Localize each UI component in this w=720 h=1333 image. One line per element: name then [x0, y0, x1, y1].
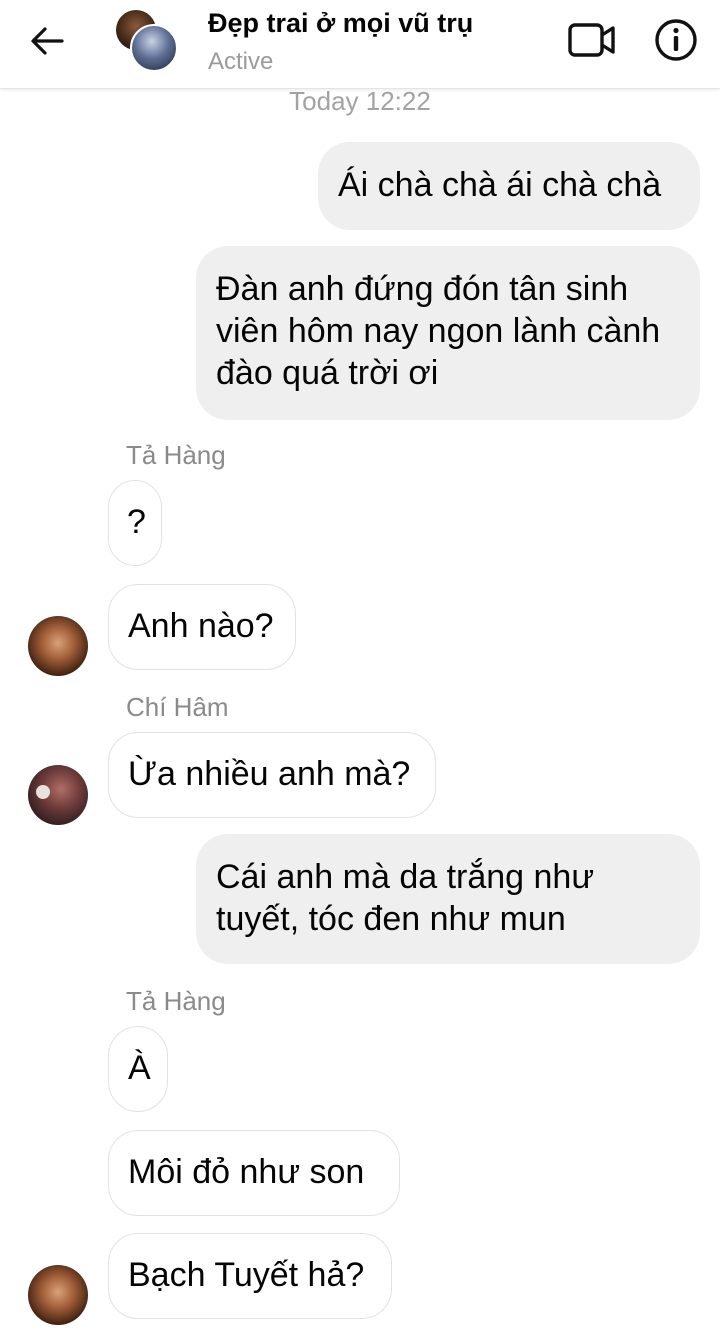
outgoing-message[interactable]: Đàn anh đứng đón tân sinh viên hôm nay n…	[196, 246, 700, 420]
avatar[interactable]	[28, 616, 88, 676]
sender-name: Tả Hàng	[126, 986, 226, 1016]
outgoing-message[interactable]: Ái chà chà ái chà chà	[318, 142, 700, 230]
message-timestamp: Today 12:22	[289, 86, 431, 116]
avatar	[130, 24, 178, 72]
active-status: Active	[208, 48, 274, 75]
video-camera-icon	[568, 23, 615, 57]
avatar[interactable]	[28, 765, 88, 825]
outgoing-message[interactable]: Cái anh mà da trắng như tuyết, tóc đen n…	[196, 834, 700, 964]
incoming-message[interactable]: ?	[108, 480, 162, 566]
incoming-message[interactable]: À	[108, 1026, 168, 1112]
video-call-button[interactable]	[566, 18, 618, 62]
chat-header: Đẹp trai ở mọi vũ trụ Active	[0, 0, 720, 89]
back-button[interactable]	[22, 18, 72, 64]
sender-name: Tả Hàng	[126, 440, 226, 470]
avatar[interactable]	[28, 1265, 88, 1325]
chat-title[interactable]: Đẹp trai ở mọi vũ trụ	[208, 8, 473, 39]
sender-name: Chí Hâm	[126, 692, 229, 722]
incoming-message[interactable]: Ừa nhiều anh mà?	[108, 732, 436, 818]
incoming-message[interactable]: Môi đỏ như son	[108, 1130, 400, 1216]
info-icon	[655, 19, 697, 61]
incoming-message[interactable]: Bạch Tuyết hả?	[108, 1233, 392, 1319]
arrow-left-icon	[31, 27, 64, 55]
group-avatar[interactable]	[116, 10, 178, 72]
info-button[interactable]	[650, 14, 702, 66]
incoming-message[interactable]: Anh nào?	[108, 584, 296, 670]
